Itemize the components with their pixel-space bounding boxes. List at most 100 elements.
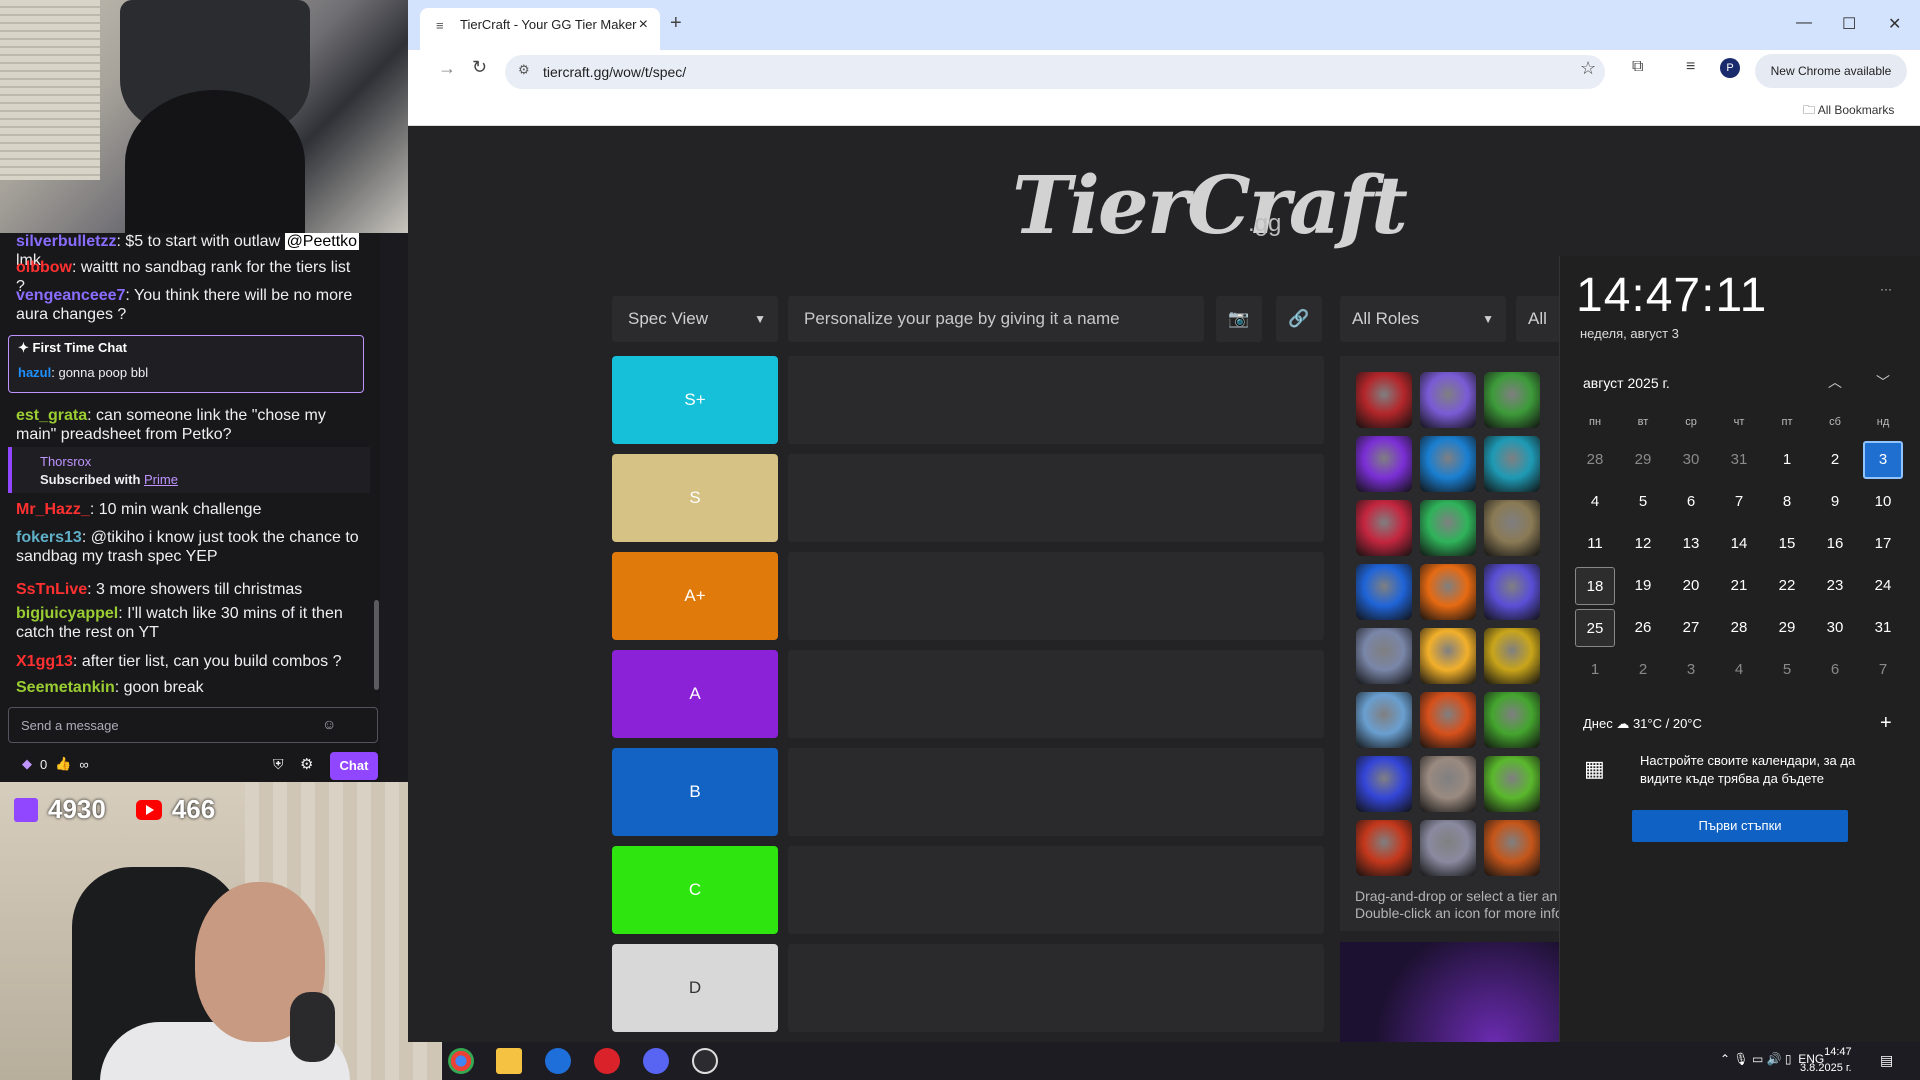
calendar-day[interactable]: 10 (1863, 483, 1903, 521)
calendar-day[interactable]: 27 (1671, 609, 1711, 647)
tier-row-drop-zone[interactable] (788, 944, 1324, 1032)
tier-label-s[interactable]: S (612, 454, 778, 542)
more-options-icon[interactable]: ··· (1880, 282, 1892, 296)
chat-username[interactable]: fokers13 (16, 529, 82, 546)
spec-icon[interactable] (1484, 564, 1540, 620)
tier-label-c[interactable]: C (612, 846, 778, 934)
spec-icon[interactable] (1420, 436, 1476, 492)
app-icon[interactable] (594, 1048, 620, 1074)
settings-gear-icon[interactable]: ⚙ (300, 755, 313, 773)
calendar-day[interactable]: 29 (1623, 441, 1663, 479)
calendar-day[interactable]: 16 (1815, 525, 1855, 563)
spec-icon[interactable] (1356, 628, 1412, 684)
tier-row-drop-zone[interactable] (788, 552, 1324, 640)
new-tab-button[interactable]: + (670, 12, 682, 35)
tier-label-d[interactable]: D (612, 944, 778, 1032)
channel-points[interactable]: ◆ 0 👍 ∞ (22, 756, 89, 772)
emote-icon[interactable]: ☺ (322, 716, 336, 732)
calendar-day[interactable]: 6 (1671, 483, 1711, 521)
calendar-day[interactable]: 31 (1719, 441, 1759, 479)
calendar-day[interactable]: 31 (1863, 609, 1903, 647)
profile-avatar[interactable]: P (1720, 58, 1740, 78)
camera-icon[interactable]: 📷 (1216, 296, 1262, 342)
tier-row-drop-zone[interactable] (788, 356, 1324, 444)
calendar-day[interactable]: 15 (1767, 525, 1807, 563)
close-window-icon[interactable]: ✕ (1888, 14, 1901, 34)
chat-username[interactable]: X1gg13 (16, 653, 73, 670)
spec-icon[interactable] (1484, 756, 1540, 812)
calendar-day[interactable]: 30 (1815, 609, 1855, 647)
new-chrome-button[interactable]: New Chrome available (1755, 54, 1907, 88)
add-event-icon[interactable]: + (1880, 712, 1892, 735)
site-info-icon[interactable]: ⚙ (518, 62, 530, 78)
chat-username[interactable]: olbbow (16, 259, 72, 276)
calendar-day[interactable]: 4 (1719, 651, 1759, 689)
calendar-day[interactable]: 3 (1863, 441, 1903, 479)
all-bookmarks[interactable]: 🗀 All Bookmarks (1803, 101, 1894, 122)
tier-label-a-plus[interactable]: A+ (612, 552, 778, 640)
calendar-day[interactable]: 26 (1623, 609, 1663, 647)
full-date[interactable]: неделя, август 3 (1580, 326, 1679, 341)
notifications-icon[interactable]: ▤ (1880, 1052, 1893, 1069)
calendar-day[interactable]: 7 (1719, 483, 1759, 521)
spec-icon[interactable] (1356, 564, 1412, 620)
spec-icon[interactable] (1484, 692, 1540, 748)
spec-icon[interactable] (1420, 564, 1476, 620)
month-label[interactable]: август 2025 г. (1583, 375, 1670, 391)
chat-username[interactable]: Mr_Hazz_ (16, 501, 90, 518)
spec-icon[interactable] (1420, 820, 1476, 876)
chat-username[interactable]: SsTnLive (16, 581, 87, 598)
shield-icon[interactable]: ⛨ (273, 756, 284, 773)
calendar-day[interactable]: 25 (1575, 609, 1615, 647)
bookmark-star-icon[interactable]: ☆ (1580, 58, 1596, 79)
taskbar-clock[interactable]: 14:47 3.8.2025 г. (1800, 1044, 1852, 1076)
obs-icon[interactable] (692, 1048, 718, 1074)
next-month-icon[interactable]: ﹀ (1876, 372, 1890, 392)
chat-username[interactable]: silverbulletzz (16, 233, 116, 250)
chat-scrollbar[interactable] (374, 600, 379, 690)
calendar-day[interactable]: 28 (1719, 609, 1759, 647)
prev-month-icon[interactable]: ︿ (1828, 372, 1842, 392)
chat-username[interactable]: hazul (18, 365, 51, 380)
calendar-day[interactable]: 8 (1767, 483, 1807, 521)
media-icon[interactable]: ≡ (1686, 58, 1695, 76)
tier-label-a[interactable]: A (612, 650, 778, 738)
spec-icon[interactable] (1484, 372, 1540, 428)
calendar-day[interactable]: 21 (1719, 567, 1759, 605)
tier-row-drop-zone[interactable] (788, 650, 1324, 738)
calendar-day[interactable]: 13 (1671, 525, 1711, 563)
all-roles-select[interactable]: All Roles ▼ (1340, 296, 1506, 342)
calendar-day[interactable]: 17 (1863, 525, 1903, 563)
site-logo[interactable]: TierCraft (1012, 158, 1408, 252)
calendar-day[interactable]: 2 (1623, 651, 1663, 689)
chat-username[interactable]: Seemetankin (16, 679, 115, 696)
calendar-day[interactable]: 19 (1623, 567, 1663, 605)
sub-username[interactable]: Thorsrox (40, 454, 91, 469)
spec-icon[interactable] (1420, 628, 1476, 684)
calendar-day[interactable]: 24 (1863, 567, 1903, 605)
calendar-day[interactable]: 30 (1671, 441, 1711, 479)
chat-username[interactable]: bigjuicyappel (16, 605, 118, 622)
spec-icon[interactable] (1484, 628, 1540, 684)
page-name-input[interactable]: Personalize your page by giving it a nam… (788, 296, 1204, 342)
discord-icon[interactable] (643, 1048, 669, 1074)
calendar-day[interactable]: 6 (1815, 651, 1855, 689)
calendar-day[interactable]: 4 (1575, 483, 1615, 521)
tier-row-drop-zone[interactable] (788, 454, 1324, 542)
reload-icon[interactable]: ↻ (472, 57, 487, 78)
all-filter-select[interactable]: All F (1516, 296, 1560, 342)
calendar-day[interactable]: 14 (1719, 525, 1759, 563)
calendar-day[interactable]: 23 (1815, 567, 1855, 605)
spec-icon[interactable] (1356, 436, 1412, 492)
calendar-day[interactable]: 28 (1575, 441, 1615, 479)
close-tab-icon[interactable]: × (639, 8, 648, 42)
tier-label-b[interactable]: B (612, 748, 778, 836)
calendar-day[interactable]: 11 (1575, 525, 1615, 563)
calendar-day[interactable]: 9 (1815, 483, 1855, 521)
maximize-icon[interactable]: ☐ (1842, 14, 1856, 34)
file-explorer-icon[interactable] (496, 1048, 522, 1074)
spec-icon[interactable] (1484, 500, 1540, 556)
calendar-day[interactable]: 2 (1815, 441, 1855, 479)
tier-label-s-plus[interactable]: S+ (612, 356, 778, 444)
link-icon[interactable]: 🔗 (1276, 296, 1322, 342)
